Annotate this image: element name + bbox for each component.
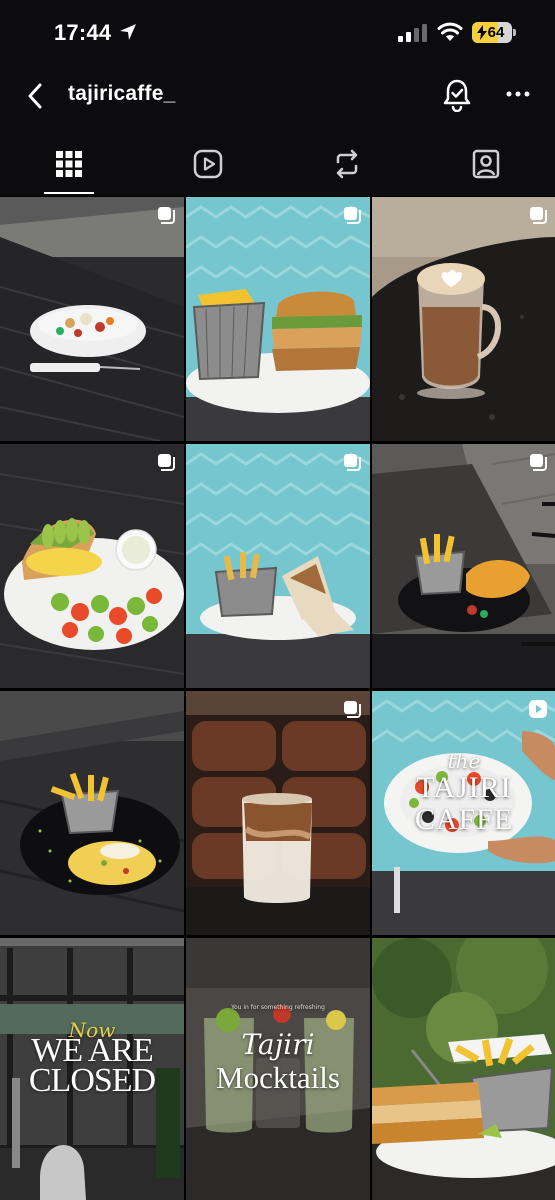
iced-latte-photo	[186, 691, 370, 935]
notification-bell-icon[interactable]	[441, 78, 473, 112]
grid-icon	[56, 151, 82, 177]
post-latte-art[interactable]	[372, 197, 555, 441]
tab-grid[interactable]	[0, 132, 138, 196]
post-wraps-fries[interactable]	[186, 444, 370, 688]
profile-tabs	[0, 132, 555, 196]
post-avocado-toast[interactable]	[0, 444, 184, 688]
battery-indicator: 64	[472, 22, 512, 43]
carousel-icon	[158, 454, 175, 471]
post-salad-plate-logo[interactable]: the TAJIRI CAFFE	[372, 691, 555, 935]
more-options-icon[interactable]	[503, 84, 533, 104]
profile-header: tajiricaffe_	[0, 62, 555, 132]
mocktails-script-text: Tajiri	[241, 1028, 315, 1061]
carousel-icon	[530, 207, 547, 224]
battery-label: 64	[487, 24, 505, 41]
repost-icon	[336, 149, 358, 179]
mocktails-small-text: You in for something refreshing	[231, 1004, 325, 1011]
wifi-icon	[437, 22, 463, 41]
reels-icon	[193, 149, 223, 179]
logo-main-text: TAJIRI	[416, 771, 512, 804]
location-arrow-icon	[120, 24, 136, 40]
latte-art-photo	[372, 197, 555, 441]
carousel-icon	[344, 454, 361, 471]
tab-reposts[interactable]	[278, 132, 416, 196]
logo-the-text: the	[447, 749, 481, 773]
post-fish-fries[interactable]	[372, 444, 555, 688]
post-omelette-fries[interactable]	[0, 691, 184, 935]
sandwich-fries-photo	[186, 197, 370, 441]
omelette-fries-photo	[0, 691, 184, 935]
post-closed-sign[interactable]: Now WE ARE CLOSED	[0, 938, 184, 1200]
status-bar: 17:44 64	[0, 0, 555, 62]
active-tab-indicator	[44, 192, 94, 194]
wraps-fries-photo	[186, 444, 370, 688]
signal-icon	[398, 24, 427, 42]
logo-sub-text: CAFFE	[414, 803, 514, 836]
profile-username: tajiricaffe_	[68, 82, 176, 105]
tab-reels[interactable]	[139, 132, 277, 196]
status-time: 17:44	[54, 20, 112, 45]
avocado-toast-photo	[0, 444, 184, 688]
post-toast-fries[interactable]	[372, 938, 555, 1200]
battery-cap	[513, 29, 516, 36]
post-mocktails[interactable]: You in for something refreshing Tajiri M…	[186, 938, 370, 1200]
tab-tagged[interactable]	[417, 132, 555, 196]
post-salad[interactable]	[0, 197, 184, 441]
closed-line2-text: CLOSED	[28, 1062, 156, 1099]
posts-grid: the TAJIRI CAFFE Now WE ARE CLOSED You i…	[0, 197, 555, 1200]
toast-fries-photo	[372, 938, 555, 1200]
carousel-icon	[530, 454, 547, 471]
carousel-icon	[344, 207, 361, 224]
back-icon[interactable]	[22, 80, 50, 112]
fish-fries-photo	[372, 444, 555, 688]
carousel-icon	[158, 207, 175, 224]
post-iced-latte[interactable]	[186, 691, 370, 935]
tagged-icon	[472, 149, 500, 179]
carousel-icon	[344, 701, 361, 718]
reel-icon	[529, 700, 547, 718]
salad-photo	[0, 197, 184, 441]
post-sandwich-fries[interactable]	[186, 197, 370, 441]
mocktails-main-text: Mocktails	[216, 1060, 340, 1095]
